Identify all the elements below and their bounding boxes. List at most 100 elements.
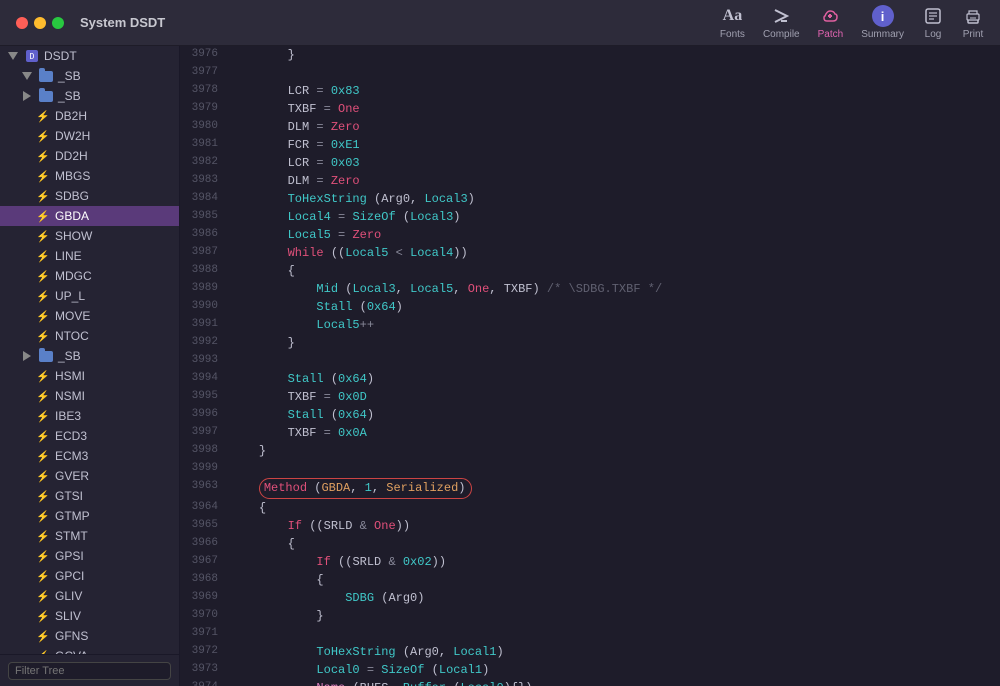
method-icon: ⚡ <box>36 409 50 423</box>
mdgc-label: MDGC <box>55 269 92 283</box>
filter-input[interactable] <box>8 662 171 680</box>
code-line: 3968 { <box>180 571 1000 589</box>
close-button[interactable] <box>16 17 28 29</box>
hsmi-label: HSMI <box>55 369 85 383</box>
code-line: 3995 TXBF = 0x0D <box>180 388 1000 406</box>
method-icon: ⚡ <box>36 209 50 223</box>
stmt-label: STMT <box>55 529 88 543</box>
sidebar-item-stmt[interactable]: ⚡ STMT <box>0 526 179 546</box>
toolbar: Aa Fonts Compile Patch <box>720 5 984 40</box>
method-icon: ⚡ <box>36 229 50 243</box>
method-icon: ⚡ <box>36 469 50 483</box>
print-icon <box>962 5 984 27</box>
sidebar-item-gver[interactable]: ⚡ GVER <box>0 466 179 486</box>
fonts-toolbar-item[interactable]: Aa Fonts <box>720 5 745 40</box>
sidebar-item-mdgc[interactable]: ⚡ MDGC <box>0 266 179 286</box>
sidebar-item-up_l[interactable]: ⚡ UP_L <box>0 286 179 306</box>
method-icon: ⚡ <box>36 529 50 543</box>
line-label: LINE <box>55 249 82 263</box>
gtmp-label: GTMP <box>55 509 90 523</box>
dsdt-icon: D <box>25 49 39 63</box>
summary-icon: i <box>872 5 894 27</box>
code-line: 3983 DLM = Zero <box>180 172 1000 190</box>
sidebar-item-sb2[interactable]: _SB <box>0 86 179 106</box>
maximize-button[interactable] <box>52 17 64 29</box>
code-line: 3969 SDBG (Arg0) <box>180 589 1000 607</box>
compile-toolbar-item[interactable]: Compile <box>763 5 800 40</box>
code-line: 3993 <box>180 352 1000 370</box>
sidebar-item-gpsi[interactable]: ⚡ GPSI <box>0 546 179 566</box>
sidebar-item-ecm3[interactable]: ⚡ ECM3 <box>0 446 179 466</box>
sidebar-item-gliv[interactable]: ⚡ GLIV <box>0 586 179 606</box>
gliv-label: GLIV <box>55 589 82 603</box>
sidebar-item-dd2h[interactable]: ⚡ DD2H <box>0 146 179 166</box>
db2h-label: DB2H <box>55 109 87 123</box>
compile-icon <box>770 5 792 27</box>
sidebar-item-nsmi[interactable]: ⚡ NSMI <box>0 386 179 406</box>
code-line: 3966 { <box>180 535 1000 553</box>
sidebar-item-sliv[interactable]: ⚡ SLIV <box>0 606 179 626</box>
sidebar-item-ecd3[interactable]: ⚡ ECD3 <box>0 426 179 446</box>
sidebar-item-gfns[interactable]: ⚡ GFNS <box>0 626 179 646</box>
code-line: 3978 LCR = 0x83 <box>180 82 1000 100</box>
sidebar-item-show[interactable]: ⚡ SHOW <box>0 226 179 246</box>
sb3-label: _SB <box>58 349 81 363</box>
sidebar-item-gbda[interactable]: ⚡ GBDA <box>0 206 179 226</box>
method-icon: ⚡ <box>36 329 50 343</box>
method-icon: ⚡ <box>36 289 50 303</box>
method-icon: ⚡ <box>36 189 50 203</box>
code-line: 3999 <box>180 460 1000 478</box>
sidebar-item-gtsi[interactable]: ⚡ GTSI <box>0 486 179 506</box>
move-label: MOVE <box>55 309 90 323</box>
expand-icon <box>6 49 20 63</box>
sidebar-item-dsdt[interactable]: D DSDT <box>0 46 179 66</box>
code-line: 3998 } <box>180 442 1000 460</box>
gfns-label: GFNS <box>55 629 88 643</box>
sidebar-footer <box>0 654 179 686</box>
code-line: 3994 Stall (0x64) <box>180 370 1000 388</box>
sidebar-item-gpci[interactable]: ⚡ GPCI <box>0 566 179 586</box>
sidebar-item-db2h[interactable]: ⚡ DB2H <box>0 106 179 126</box>
collapse-icon <box>20 89 34 103</box>
code-line: 3984 ToHexString (Arg0, Local3) <box>180 190 1000 208</box>
show-label: SHOW <box>55 229 92 243</box>
sidebar-tree[interactable]: D DSDT _SB _SB ⚡ DB2H ⚡ <box>0 46 179 654</box>
sidebar-item-move[interactable]: ⚡ MOVE <box>0 306 179 326</box>
sidebar-item-sdbg[interactable]: ⚡ SDBG <box>0 186 179 206</box>
sidebar-item-mbgs[interactable]: ⚡ MBGS <box>0 166 179 186</box>
log-toolbar-item[interactable]: Log <box>922 5 944 40</box>
sidebar-item-ibe3[interactable]: ⚡ IBE3 <box>0 406 179 426</box>
sidebar-item-sb3[interactable]: _SB <box>0 346 179 366</box>
code-line: 3965 If ((SRLD & One)) <box>180 517 1000 535</box>
code-line: 3976 } <box>180 46 1000 64</box>
method-icon: ⚡ <box>36 429 50 443</box>
sidebar-item-dw2h[interactable]: ⚡ DW2H <box>0 126 179 146</box>
sidebar-item-sb1[interactable]: _SB <box>0 66 179 86</box>
sidebar-item-line[interactable]: ⚡ LINE <box>0 246 179 266</box>
code-editor[interactable]: 3976 } 3977 3978 LCR = 0x83 3979 TXBF = … <box>180 46 1000 686</box>
sidebar-item-gcva[interactable]: ⚡ GCVA <box>0 646 179 654</box>
dd2h-label: DD2H <box>55 149 88 163</box>
sidebar-item-gtmp[interactable]: ⚡ GTMP <box>0 506 179 526</box>
code-line: 3971 <box>180 625 1000 643</box>
summary-toolbar-item[interactable]: i Summary <box>861 5 904 40</box>
sidebar: D DSDT _SB _SB ⚡ DB2H ⚡ <box>0 46 180 686</box>
titlebar-left: System DSDT <box>16 15 165 30</box>
summary-label: Summary <box>861 29 904 40</box>
log-icon <box>922 5 944 27</box>
sidebar-item-ntoc[interactable]: ⚡ NTOC <box>0 326 179 346</box>
sb2-label: _SB <box>58 89 81 103</box>
patch-toolbar-item[interactable]: Patch <box>818 5 844 40</box>
method-icon: ⚡ <box>36 489 50 503</box>
print-toolbar-item[interactable]: Print <box>962 5 984 40</box>
folder-icon <box>39 89 53 103</box>
mbgs-label: MBGS <box>55 169 90 183</box>
titlebar: System DSDT Aa Fonts Compile <box>0 0 1000 46</box>
sdbg-label: SDBG <box>55 189 89 203</box>
method-icon: ⚡ <box>36 609 50 623</box>
method-icon: ⚡ <box>36 449 50 463</box>
sidebar-item-hsmi[interactable]: ⚡ HSMI <box>0 366 179 386</box>
minimize-button[interactable] <box>34 17 46 29</box>
fonts-label: Fonts <box>720 29 745 40</box>
method-icon: ⚡ <box>36 549 50 563</box>
